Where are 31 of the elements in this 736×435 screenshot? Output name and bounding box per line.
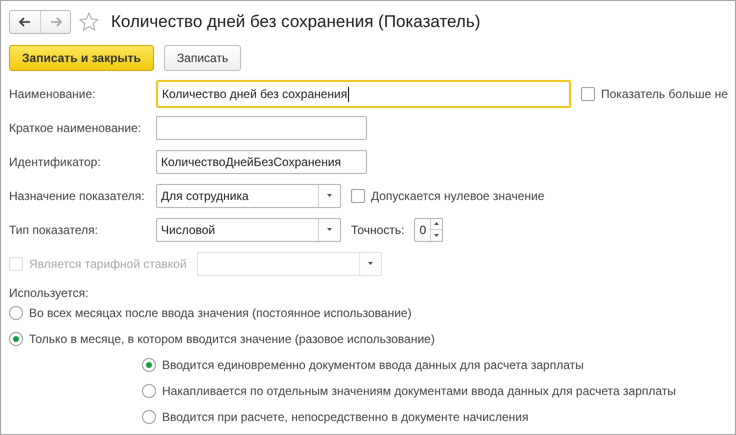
save-and-close-button[interactable]: Записать и закрыть <box>9 45 154 71</box>
up-arrow-icon[interactable] <box>434 222 440 226</box>
radio-option[interactable]: Накапливается по отдельным значениям документами ввода данных для расчета зарплаты <box>9 378 735 404</box>
star-icon[interactable] <box>79 12 99 32</box>
field-label: Точность: <box>351 222 404 236</box>
checkbox[interactable]: Допускается нулевое значение <box>351 188 544 202</box>
back-arrow-icon <box>19 17 31 27</box>
checkbox[interactable]: Показатель больше не <box>581 87 728 101</box>
type-dropdown[interactable]: Числовой <box>156 218 341 242</box>
down-arrow-icon[interactable] <box>327 228 332 231</box>
field-label: Назначение показателя: <box>9 188 146 204</box>
down-arrow-icon[interactable] <box>368 262 373 265</box>
radio-option[interactable]: Вводится единовременно документом ввода данных для расчета зарплаты <box>9 352 735 378</box>
radio-option[interactable]: Во всех месяцах после ввода значения (постоянное использование) <box>9 300 735 326</box>
purpose-dropdown[interactable]: Для сотрудника <box>156 184 341 208</box>
name-field[interactable]: Количество дней без сохранения <box>156 80 571 108</box>
radio-option[interactable]: Вводится при расчете, непосредственно в документе начисления <box>9 404 735 430</box>
field-label: Идентификатор: <box>9 154 102 170</box>
section-label: Используется: <box>9 286 90 300</box>
identifier-field[interactable]: КоличествоДнейБезСохранения <box>156 150 367 174</box>
forward-arrow-icon <box>50 17 62 27</box>
field-label: Тип показателя: <box>9 222 99 238</box>
precision-spinner[interactable]: 0 <box>414 218 444 242</box>
save-button[interactable]: Записать <box>164 45 242 71</box>
field-label: Наименование: <box>9 86 97 102</box>
window-title: Количество дней без сохранения (Показатель) <box>111 12 480 32</box>
down-arrow-icon[interactable] <box>327 194 332 197</box>
short-name-field[interactable] <box>156 116 367 140</box>
radio-option[interactable]: Только в месяце, в котором вводится значение (разовое использование) <box>9 326 735 352</box>
field-label: Краткое наименование: <box>9 120 142 136</box>
down-arrow-icon[interactable] <box>434 234 440 237</box>
